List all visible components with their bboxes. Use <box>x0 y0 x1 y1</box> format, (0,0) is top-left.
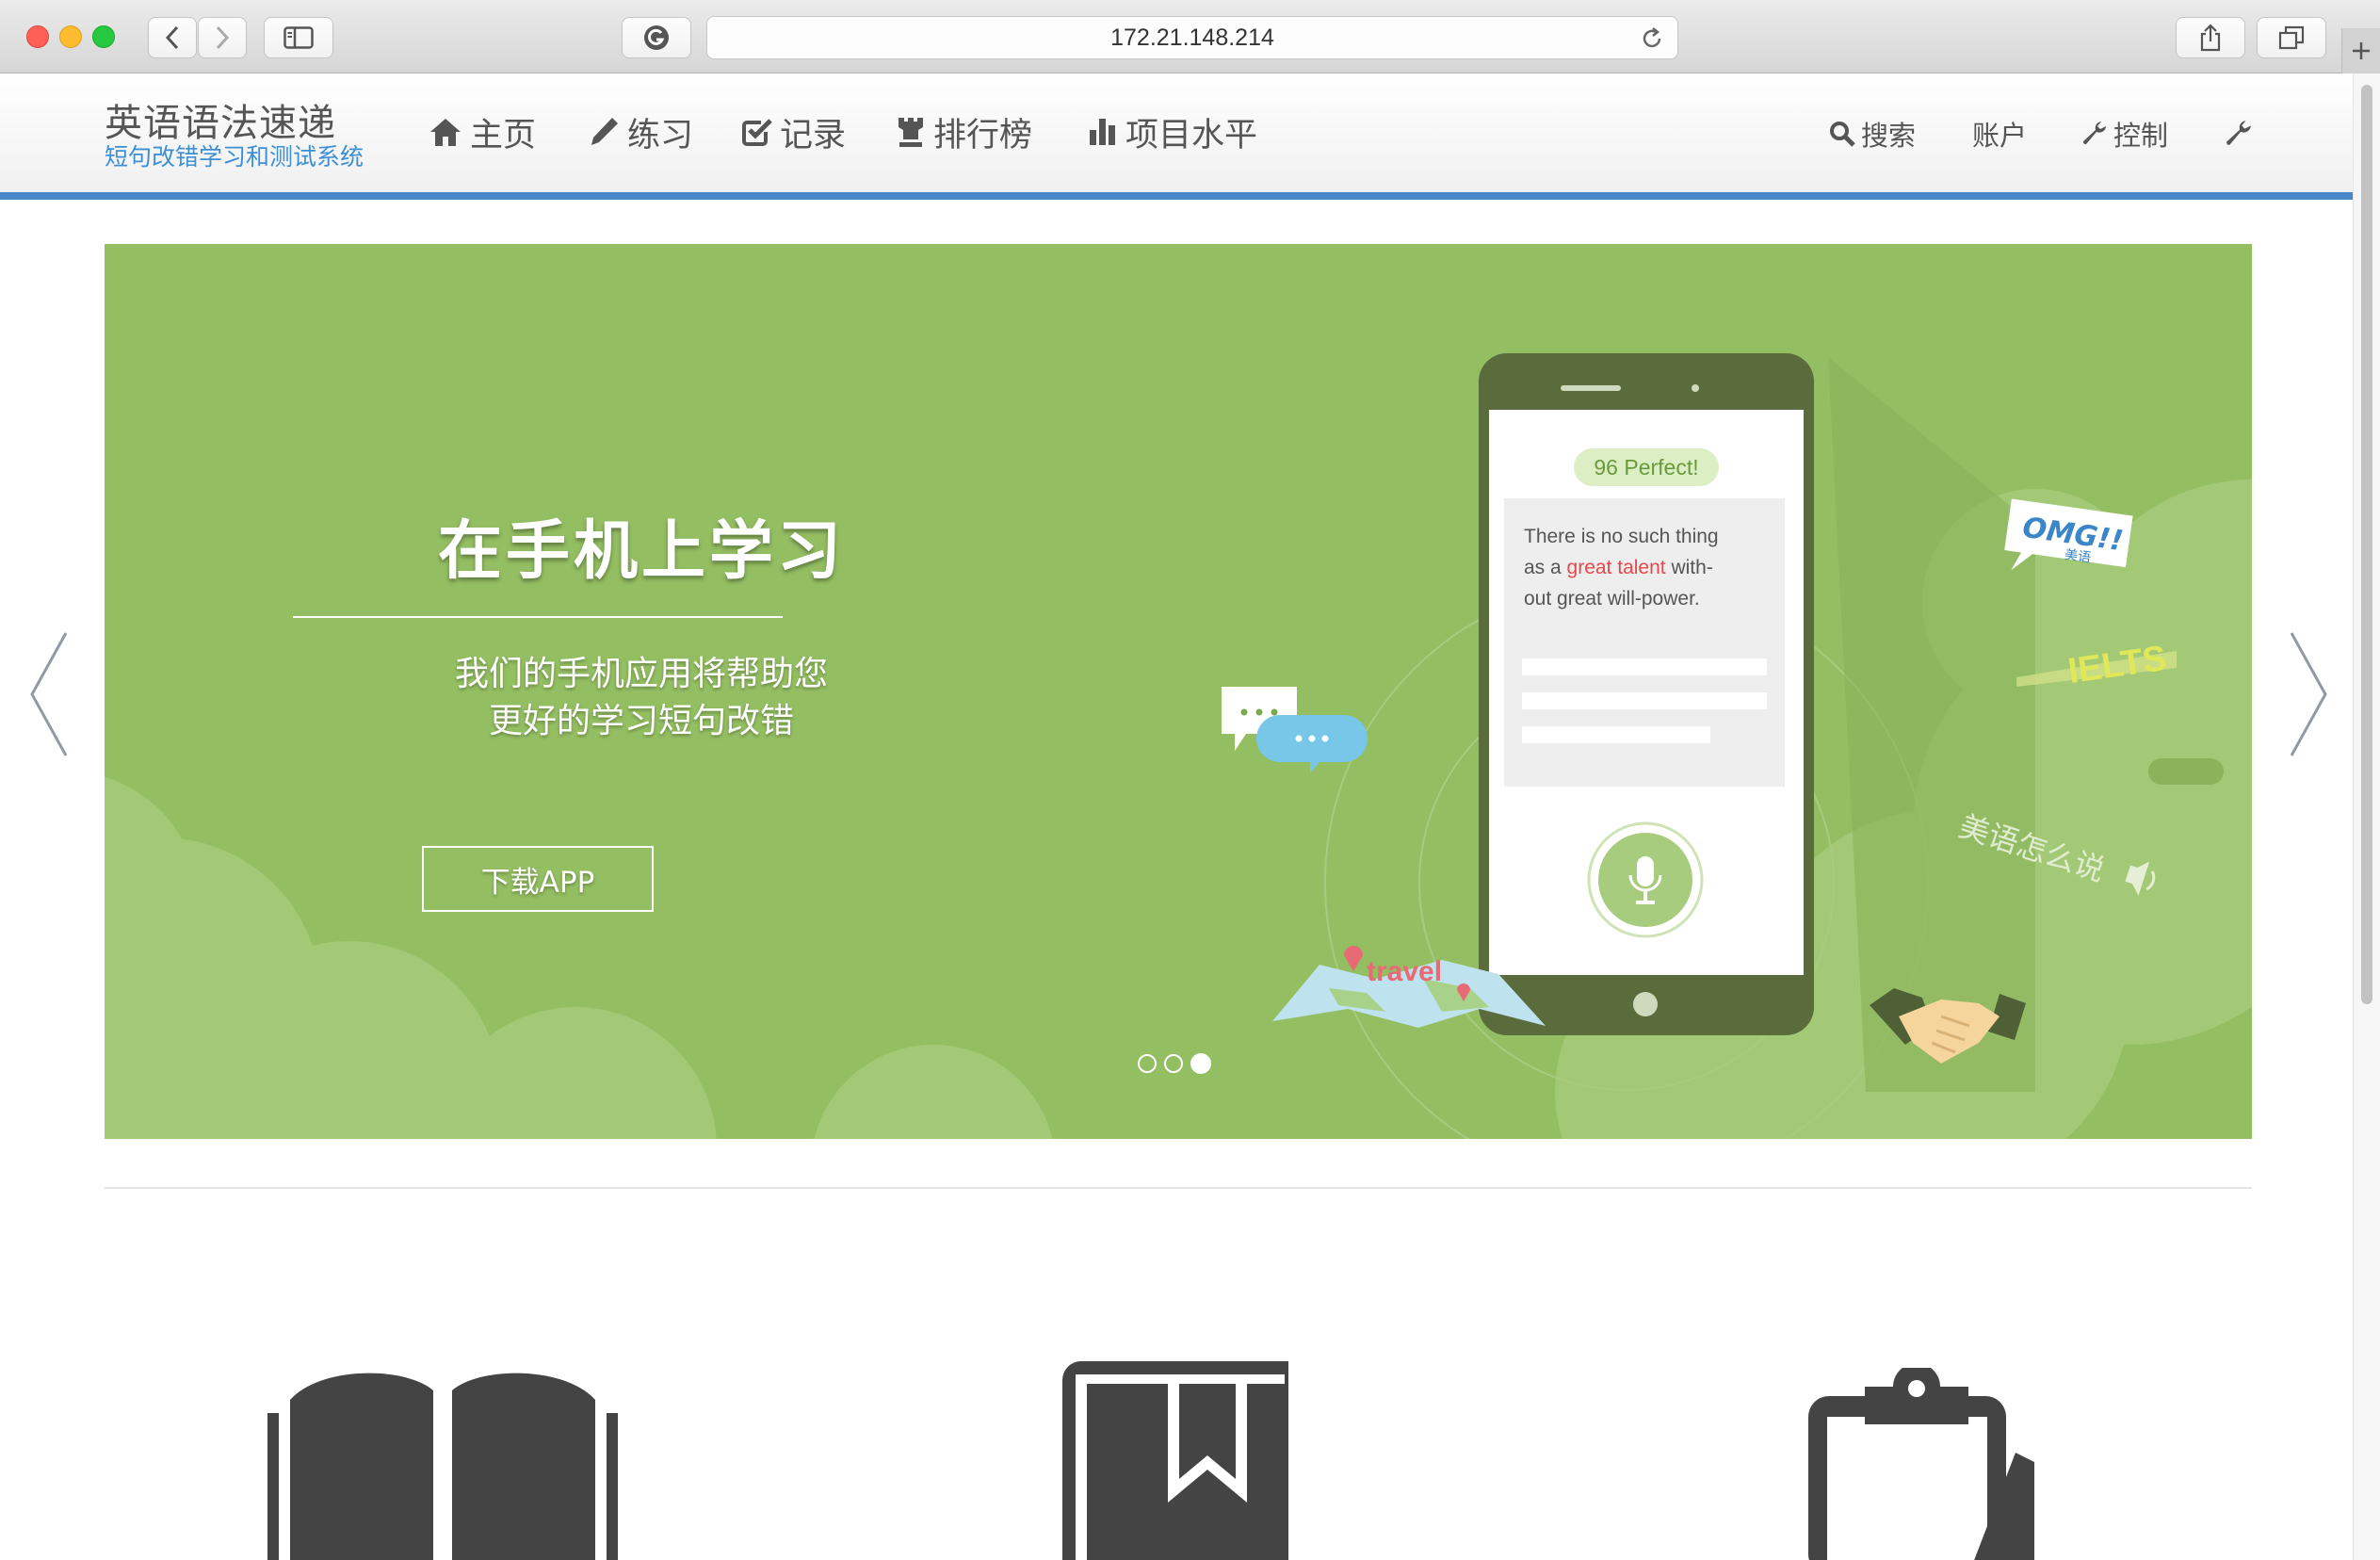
open-book-icon <box>267 1373 618 1560</box>
bookmark-book-icon <box>1062 1361 1288 1560</box>
scrollbar-thumb[interactable] <box>2361 85 2372 1004</box>
travel-label: travel <box>1367 956 1442 987</box>
nav-item-home[interactable]: 主页 <box>429 111 537 154</box>
score-badge: 96 Perfect! <box>1594 455 1698 479</box>
bar-chart-icon <box>1090 119 1115 145</box>
phone-sentence-line2: as a great talent with- <box>1524 557 1713 578</box>
carousel-dot[interactable] <box>1138 1054 1157 1073</box>
home-icon <box>430 119 461 146</box>
brand-subtitle: 短句改错学习和测试系统 <box>105 143 364 171</box>
tab-overview-button[interactable] <box>2257 17 2326 58</box>
rook-icon <box>899 118 923 147</box>
nav-label: 练习 <box>627 116 694 154</box>
nav-label: 项目水平 <box>1125 116 1258 154</box>
nav-label: 搜索 <box>1861 120 1917 152</box>
carousel-dot-active[interactable] <box>1190 1053 1211 1074</box>
close-window-button[interactable] <box>26 25 49 48</box>
page-scrollbar[interactable] <box>2353 73 2380 1560</box>
wrench-icon <box>2226 121 2251 145</box>
nav-item-search[interactable]: 搜索 <box>1829 115 1916 153</box>
extension-button[interactable] <box>622 17 691 58</box>
headline-divider <box>293 616 783 618</box>
nav-label: 排行榜 <box>933 116 1033 154</box>
clipboard-icon <box>1808 1368 2034 1560</box>
download-app-button[interactable]: 下载APP <box>422 846 654 912</box>
carousel: 96 Perfect! There is no such thing as a … <box>0 200 2353 1560</box>
phone-sentence-line3: out great will-power. <box>1524 588 1700 609</box>
chat-bubble-icon <box>1222 687 1368 773</box>
address-bar[interactable]: 172.21.148.214 <box>706 16 1678 59</box>
phone-illustration: 96 Perfect! There is no such thing as a … <box>1479 353 1814 1035</box>
nav-item-practice[interactable]: 练习 <box>588 111 694 154</box>
nav-label: 记录 <box>780 116 847 154</box>
new-tab-button[interactable] <box>2341 28 2380 73</box>
carousel-prev-arrow[interactable] <box>26 628 73 760</box>
carousel-dot[interactable] <box>1164 1054 1183 1073</box>
nav-item-control[interactable]: 控制 <box>2081 115 2168 153</box>
chevron-right-icon <box>216 25 230 50</box>
nav-label: 控制 <box>2113 120 2169 152</box>
carousel-next-arrow[interactable] <box>2284 628 2331 760</box>
nav-item-levels[interactable]: 项目水平 <box>1088 111 1258 154</box>
site-navbar: 英语语法速递 短句改错学习和测试系统 主页 练习 记录 排行榜 项目水平 搜索 … <box>0 73 2353 200</box>
nav-item-records[interactable]: 记录 <box>740 111 847 154</box>
search-icon <box>1830 122 1855 147</box>
back-button[interactable] <box>148 17 197 58</box>
sidebar-toggle-button[interactable] <box>264 17 333 58</box>
checkbox-icon <box>742 119 772 146</box>
nav-item-account[interactable]: 账户 <box>1972 115 2027 153</box>
wrench-icon <box>2082 122 2106 145</box>
sidebar-icon <box>283 26 314 49</box>
grammarly-icon <box>644 25 669 50</box>
subtitle-line: 我们的手机应用将帮助您 <box>454 655 828 693</box>
slide-subtitle: 我们的手机应用将帮助您 更好的学习短句改错 <box>340 651 943 745</box>
browser-toolbar: 172.21.148.214 <box>0 0 2380 73</box>
url-text: 172.21.148.214 <box>1110 24 1274 51</box>
slide-headline: 在手机上学习 <box>437 514 845 589</box>
carousel-indicators <box>1138 1053 1211 1074</box>
plus-icon <box>2353 42 2370 59</box>
chevron-left-icon <box>165 25 179 50</box>
minimize-window-button[interactable] <box>59 25 82 48</box>
browser-window: 172.21.148.214 英语语法速递 短句改错学习和测试系统 主页 练习 … <box>0 0 2380 1560</box>
pencil-icon <box>591 118 618 145</box>
nav-label: 主页 <box>470 116 537 154</box>
phone-sentence-line1: There is no such thing <box>1524 526 1719 547</box>
section-divider <box>105 1187 2252 1189</box>
nav-item-settings[interactable] <box>2225 115 2253 153</box>
nav-item-leaderboard[interactable]: 排行榜 <box>896 111 1033 154</box>
subtitle-line: 更好的学习短句改错 <box>488 702 794 740</box>
reload-icon[interactable] <box>1640 26 1664 51</box>
tabs-icon <box>2278 25 2305 50</box>
maximize-window-button[interactable] <box>92 25 115 48</box>
share-button[interactable] <box>2176 17 2245 58</box>
nav-label: 账户 <box>1972 120 2028 152</box>
forward-button[interactable] <box>198 17 247 58</box>
carousel-slide: 96 Perfect! There is no such thing as a … <box>105 244 2252 1139</box>
share-icon <box>2200 24 2221 52</box>
